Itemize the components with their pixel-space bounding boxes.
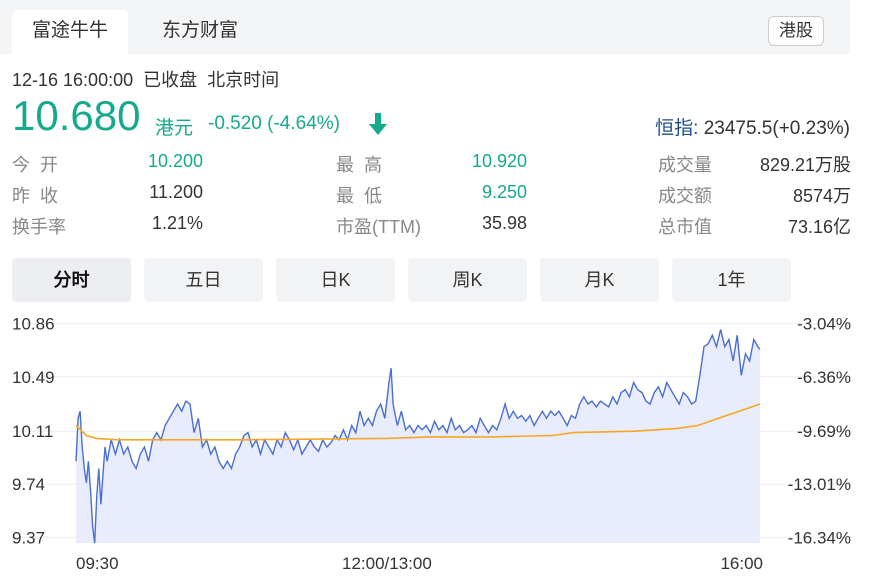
arrow-down-icon — [367, 112, 389, 141]
current-price: 10.680 — [12, 92, 141, 139]
y-tick-label: 10.49 — [12, 368, 55, 387]
source-tab-bar: 富途牛牛 东方财富 港股 — [0, 0, 850, 54]
x-tick-label: 12:00/13:00 — [342, 554, 432, 573]
pct-tick-label: -6.36% — [797, 368, 851, 387]
stat-value-pe: 35.98 — [481, 213, 527, 233]
y-tick-label: 9.74 — [12, 475, 45, 494]
tab-five-day[interactable]: 五日 — [144, 258, 263, 302]
index-value: 23475.5(+0.23%) — [703, 118, 850, 139]
intraday-chart[interactable]: 10.86 10.49 10.11 9.74 9.37 -3.04% -6.36% -9.6… — [0, 310, 876, 584]
timezone-label: 北京时间 — [207, 70, 280, 90]
quote-timeline: 12-16 16:00:00 已收盘 北京时间 — [12, 66, 279, 92]
index-label: 恒指: — [655, 118, 699, 139]
x-tick-label: 09:30 — [76, 554, 119, 573]
tab-monthly-k[interactable]: 月K — [540, 258, 659, 302]
stat-label-market-cap: 总市值 — [658, 217, 712, 237]
stat-value-turnover-rate: 1.21% — [151, 213, 203, 233]
price-area-fill — [76, 329, 760, 543]
quote-timestamp: 12-16 16:00:00 — [12, 70, 134, 90]
hang-seng-index[interactable]: 恒指: 23475.5(+0.23%) — [655, 113, 850, 140]
tab-eastmoney[interactable]: 东方财富 — [140, 10, 260, 54]
stat-label-prev-close: 昨 收 — [12, 186, 59, 206]
market-status: 已收盘 — [143, 70, 198, 90]
stat-label-turnover-rate: 换手率 — [12, 217, 66, 237]
y-tick-label: 10.86 — [12, 315, 55, 334]
stat-value-open: 10.200 — [147, 151, 203, 171]
price-change: -0.520 (-4.64%) — [208, 113, 341, 134]
tab-weekly-k[interactable]: 周K — [408, 258, 527, 302]
tab-one-year[interactable]: 1年 — [672, 258, 791, 302]
market-tag: 港股 — [768, 16, 824, 46]
y-tick-label: 9.37 — [12, 528, 45, 547]
stat-value-low: 9.250 — [481, 182, 527, 202]
y-tick-label: 10.11 — [12, 422, 53, 441]
stat-label-pe: 市盈(TTM) — [336, 217, 421, 237]
currency-unit: 港元 — [155, 118, 194, 139]
stat-value-volume: 829.21万股 — [759, 155, 851, 175]
stat-label-turnover: 成交额 — [658, 186, 712, 206]
stat-value-turnover: 8574万 — [792, 186, 851, 206]
pct-tick-label: -3.04% — [797, 315, 851, 334]
stat-value-prev-close: 11.200 — [149, 182, 203, 202]
x-tick-label: 16:00 — [720, 554, 763, 573]
stat-label-high: 最 高 — [336, 155, 383, 175]
pct-tick-label: -16.34% — [788, 528, 851, 547]
stat-label-low: 最 低 — [336, 186, 383, 206]
stat-label-volume: 成交量 — [658, 155, 712, 175]
stat-label-open: 今 开 — [12, 155, 59, 175]
stat-value-high: 10.920 — [471, 151, 527, 171]
tab-futu[interactable]: 富途牛牛 — [12, 10, 128, 54]
pct-tick-label: -13.01% — [788, 475, 851, 494]
stat-value-market-cap: 73.16亿 — [787, 217, 851, 237]
tab-intraday[interactable]: 分时 — [12, 258, 131, 302]
tab-daily-k[interactable]: 日K — [276, 258, 395, 302]
pct-tick-label: -9.69% — [797, 422, 851, 441]
